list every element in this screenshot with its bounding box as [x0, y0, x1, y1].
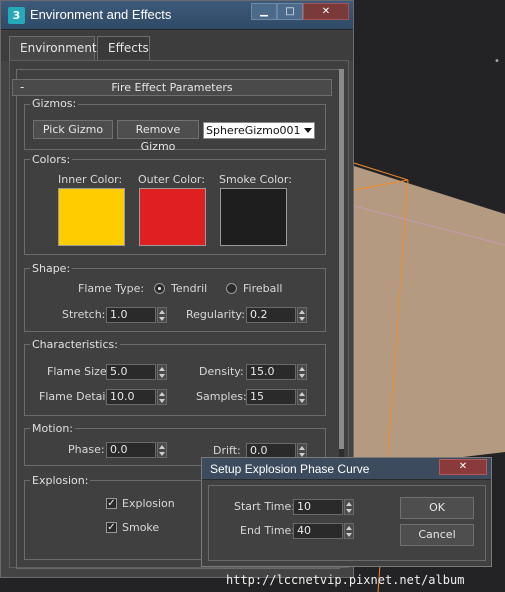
regularity-input[interactable]: 0.2 — [246, 307, 296, 323]
samples-label: Samples: — [196, 390, 247, 403]
flame-type-label: Flame Type: — [78, 282, 145, 295]
tab-effects[interactable]: Effects — [97, 36, 150, 61]
chevron-down-icon — [304, 128, 312, 133]
ok-button[interactable]: OK — [400, 497, 474, 519]
phase-label: Phase: — [68, 443, 105, 456]
tab-bar: Environment Effects — [1, 31, 353, 61]
gizmo-dropdown[interactable]: SphereGizmo001 — [203, 122, 315, 139]
tendril-radio[interactable] — [154, 283, 165, 294]
outer-color-swatch[interactable] — [139, 188, 206, 246]
drift-label: Drift: — [213, 444, 241, 457]
spinner-arrows-icon[interactable] — [297, 364, 307, 380]
regularity-label: Regularity: — [186, 308, 245, 321]
spinner-arrows-icon[interactable] — [344, 523, 354, 539]
explosion-label: Explosion — [122, 497, 175, 510]
pick-gizmo-button[interactable]: Pick Gizmo — [33, 120, 113, 139]
density-label: Density: — [199, 365, 244, 378]
dialog-title: Setup Explosion Phase Curve — [210, 462, 370, 476]
smoke-label: Smoke — [122, 521, 160, 534]
fireball-radio[interactable] — [226, 283, 237, 294]
spinner-arrows-icon[interactable] — [157, 389, 167, 405]
smoke-color-swatch[interactable] — [220, 188, 287, 246]
app-logo-icon: 3 — [8, 7, 25, 24]
smoke-color-label: Smoke Color: — [219, 173, 292, 186]
flame-size-spinner[interactable]: 5.0 — [106, 364, 169, 380]
stretch-spinner[interactable]: 1.0 — [106, 307, 169, 323]
phase-input[interactable]: 0.0 — [106, 442, 156, 458]
explosion-group-label: Explosion: — [30, 474, 91, 487]
tab-environment[interactable]: Environment — [9, 36, 97, 61]
spinner-arrows-icon[interactable] — [297, 307, 307, 323]
start-time-input[interactable]: 10 — [293, 499, 343, 515]
viewport-marker: • — [494, 56, 500, 67]
outer-color-label: Outer Color: — [138, 173, 205, 186]
flame-detail-spinner[interactable]: 10.0 — [106, 389, 169, 405]
maximize-button[interactable]: □ — [277, 3, 303, 20]
window-titlebar[interactable]: 3 Environment and Effects ▁ □ ✕ — [1, 1, 353, 30]
density-spinner[interactable]: 15.0 — [246, 364, 309, 380]
spinner-arrows-icon[interactable] — [157, 307, 167, 323]
spinner-arrows-icon[interactable] — [297, 389, 307, 405]
start-time-spinner[interactable]: 10 — [293, 499, 356, 515]
inner-color-swatch[interactable] — [58, 188, 125, 246]
close-button[interactable]: ✕ — [303, 3, 349, 20]
fire-effect-rollout-header[interactable]: Fire Effect Parameters - — [12, 79, 332, 96]
watermark-url: http://lccnetvip.pixnet.net/album — [226, 573, 465, 587]
flame-size-label: Flame Size: — [47, 365, 111, 378]
explosion-checkbox[interactable]: ✓ — [106, 498, 117, 509]
flame-detail-input[interactable]: 10.0 — [106, 389, 156, 405]
minimize-button[interactable]: ▁ — [251, 3, 277, 20]
inner-color-label: Inner Color: — [58, 173, 123, 186]
window-title: Environment and Effects — [30, 7, 172, 22]
characteristics-group — [24, 344, 326, 416]
end-time-label: End Time: — [240, 524, 296, 537]
shape-group-label: Shape: — [30, 262, 73, 275]
regularity-spinner[interactable]: 0.2 — [246, 307, 309, 323]
spinner-arrows-icon[interactable] — [344, 499, 354, 515]
end-time-spinner[interactable]: 40 — [293, 523, 356, 539]
collapse-icon: - — [20, 80, 25, 94]
phase-spinner[interactable]: 0.0 — [106, 442, 169, 458]
dialog-close-button[interactable]: ✕ — [439, 459, 487, 475]
spinner-arrows-icon[interactable] — [157, 442, 167, 458]
stretch-input[interactable]: 1.0 — [106, 307, 156, 323]
flame-detail-label: Flame Detail: — [39, 390, 113, 403]
explosion-phase-curve-dialog: Setup Explosion Phase Curve ✕ Start Time… — [201, 457, 492, 567]
motion-group-label: Motion: — [30, 422, 75, 435]
end-time-input[interactable]: 40 — [293, 523, 343, 539]
dialog-titlebar[interactable]: Setup Explosion Phase Curve ✕ — [202, 458, 491, 480]
tendril-label: Tendril — [171, 282, 208, 295]
start-time-label: Start Time: — [234, 500, 295, 513]
cancel-button[interactable]: Cancel — [400, 524, 474, 546]
rollout-title: Fire Effect Parameters — [111, 81, 233, 94]
stretch-label: Stretch: — [62, 308, 106, 321]
samples-spinner[interactable]: 15 — [246, 389, 309, 405]
scrollbar-thumb[interactable] — [339, 69, 344, 449]
flame-size-input[interactable]: 5.0 — [106, 364, 156, 380]
remove-gizmo-button[interactable]: Remove Gizmo — [117, 120, 199, 153]
characteristics-group-label: Characteristics: — [30, 338, 120, 351]
spinner-arrows-icon[interactable] — [157, 364, 167, 380]
colors-group-label: Colors: — [30, 153, 73, 166]
fireball-label: Fireball — [243, 282, 283, 295]
smoke-checkbox[interactable]: ✓ — [106, 522, 117, 533]
gizmos-group-label: Gizmos: — [30, 97, 79, 110]
samples-input[interactable]: 15 — [246, 389, 296, 405]
gizmo-dropdown-value: SphereGizmo001 — [206, 124, 301, 137]
density-input[interactable]: 15.0 — [246, 364, 296, 380]
